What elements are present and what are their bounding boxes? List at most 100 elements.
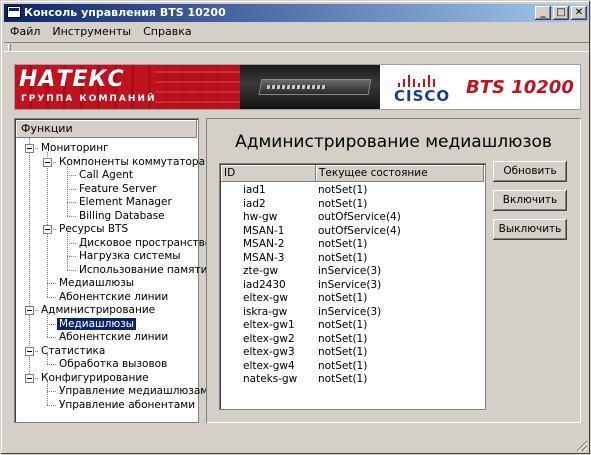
tree-item[interactable]: Дисковое пространство — [77, 237, 213, 250]
gateway-id: nateks-gw — [243, 373, 298, 385]
natex-subtitle: ГРУППА КОМПАНИЙ — [21, 94, 157, 104]
tree-item[interactable]: Call Agent — [77, 169, 135, 182]
table-row[interactable]: eltex-gw1 notSet(1) — [221, 319, 484, 333]
table-row[interactable]: iskra-gw inService(3) — [221, 306, 484, 320]
main-panel: Администрирование медиашлюзов ID Текущее… — [206, 118, 581, 423]
functions-panel: Функции Мониторинг Компоненты коммутатора… — [14, 118, 215, 423]
collapse-toggle-icon[interactable] — [25, 373, 34, 383]
resize-grip[interactable] — [575, 439, 587, 451]
menu-bar: Файл Инструменты Справка — [4, 23, 198, 41]
natex-logo: НАТЕКС — [19, 67, 125, 92]
table-row[interactable]: iad1 notSet(1) — [221, 184, 484, 198]
tree-item[interactable]: Управление абонентами — [57, 399, 197, 412]
table-row[interactable]: MSAN-1 outOfService(4) — [221, 225, 484, 239]
gateway-state: notSet(1) — [318, 197, 368, 210]
gateway-state: notSet(1) — [318, 373, 368, 385]
menu-tools[interactable]: Инструменты — [46, 23, 137, 41]
table-row[interactable]: eltex-gw2 notSet(1) — [221, 333, 484, 347]
natex-logo-area: НАТЕКС ГРУППА КОМПАНИЙ — [15, 65, 240, 109]
gateway-state: outOfService(4) — [318, 211, 401, 223]
tree-item[interactable]: Billing Database — [77, 210, 167, 223]
gateway-id: iad2 — [243, 197, 266, 210]
window-title: Консоль управления BTS 10200 — [24, 6, 226, 19]
tree-item-label: Медиашлюзы — [55, 316, 138, 331]
gateway-id: eltex-gw2 — [243, 332, 295, 345]
collapse-toggle-icon[interactable] — [43, 157, 52, 167]
title-bar[interactable]: Консоль управления BTS 10200 _ □ ✕ — [4, 4, 589, 22]
tree-item[interactable]: Мониторинг — [39, 142, 111, 155]
menu-help[interactable]: Справка — [137, 23, 197, 41]
gateways-list[interactable]: ID Текущее состояние iad1 notSet(1) iad2 no… — [219, 163, 486, 410]
tree-item-label: Дисковое пространство — [79, 236, 212, 249]
gateway-state: outOfService(4) — [318, 224, 401, 237]
tree-item-label: Ресурсы BTS — [59, 223, 129, 235]
table-row[interactable]: zte-gw inService(3) — [221, 265, 484, 279]
tree-item-label: Управление абонентами — [59, 398, 196, 411]
server-icon — [258, 79, 372, 95]
gateway-state: notSet(1) — [318, 319, 368, 331]
tree-item[interactable]: Статистика — [39, 345, 107, 358]
column-header-id[interactable]: ID — [221, 165, 316, 182]
refresh-button[interactable]: Обновить — [493, 161, 567, 182]
tree-item-label: Медиашлюзы — [59, 277, 135, 289]
tree-item[interactable]: Медиашлюзы — [55, 316, 138, 331]
enable-button[interactable]: Включить — [493, 190, 567, 211]
toolbar — [4, 42, 589, 52]
tree-item[interactable]: Медиашлюзы — [57, 277, 136, 290]
table-row[interactable]: hw-gw outOfService(4) — [221, 211, 484, 225]
table-row[interactable]: nateks-gw notSet(1) — [221, 373, 484, 387]
table-row[interactable]: iad2 notSet(1) — [221, 198, 484, 212]
gateway-state: inService(3) — [318, 265, 382, 277]
gateway-state: inService(3) — [318, 278, 382, 291]
tree-item[interactable]: Абонентские линии — [57, 331, 170, 344]
gateway-state: notSet(1) — [318, 359, 368, 372]
table-row[interactable]: eltex-gw3 notSet(1) — [221, 346, 484, 360]
table-row[interactable]: eltex-gw notSet(1) — [221, 292, 484, 306]
tree-item[interactable]: Feature Server — [77, 183, 158, 196]
tree-item[interactable]: Конфигурирование — [39, 372, 151, 385]
tree-item[interactable]: Компоненты коммутатора — [57, 156, 207, 169]
collapse-toggle-icon[interactable] — [25, 144, 34, 153]
gateway-id: MSAN-2 — [243, 238, 285, 250]
gateway-state: notSet(1) — [318, 184, 368, 196]
cisco-bars-icon — [398, 73, 438, 87]
disable-button[interactable]: Выключить — [493, 219, 567, 240]
table-row[interactable]: MSAN-3 notSet(1) — [221, 252, 484, 266]
gateway-state: notSet(1) — [318, 346, 368, 358]
toolbar-grip[interactable] — [8, 44, 11, 51]
menu-file[interactable]: Файл — [4, 23, 46, 41]
collapse-toggle-icon[interactable] — [43, 225, 52, 234]
gateway-id: iad2430 — [243, 278, 286, 291]
minimize-button[interactable]: _ — [535, 6, 551, 20]
tree-item-label: Администрирование — [41, 304, 156, 316]
tree-item-label: Абонентские линии — [59, 290, 169, 303]
cisco-logo: CISCO — [394, 87, 451, 105]
maximize-button[interactable]: □ — [553, 6, 569, 20]
table-row[interactable]: iad2430 inService(3) — [221, 279, 484, 293]
collapse-toggle-icon[interactable] — [25, 306, 34, 315]
tree-item[interactable]: Использование памяти — [77, 264, 209, 277]
gateway-id: MSAN-1 — [243, 224, 285, 237]
column-header-state[interactable]: Текущее состояние — [316, 165, 484, 182]
tree-item[interactable]: Обработка вызовов — [57, 358, 169, 371]
gateway-id: eltex-gw3 — [243, 346, 295, 358]
collapse-toggle-icon[interactable] — [25, 346, 34, 356]
tree-item-label: Абонентские линии — [59, 331, 169, 343]
list-header: ID Текущее состояние — [221, 165, 484, 182]
table-row[interactable]: eltex-gw4 notSet(1) — [221, 360, 484, 374]
tree-item[interactable]: Нагрузка системы — [77, 250, 183, 263]
gateway-id: hw-gw — [243, 211, 278, 223]
tree-item-label: Element Manager — [79, 196, 172, 208]
table-row[interactable]: MSAN-2 notSet(1) — [221, 238, 484, 252]
page-title: Администрирование медиашлюзов — [235, 132, 552, 152]
tree-item-label: Billing Database — [79, 209, 165, 222]
tree-item-label: Обработка вызовов — [59, 358, 168, 370]
tree-item[interactable]: Ресурсы BTS — [57, 223, 130, 236]
gateway-id: eltex-gw4 — [243, 359, 295, 372]
tree-item-label: Feature Server — [79, 182, 157, 195]
close-button[interactable]: ✕ — [571, 6, 587, 20]
tree-item[interactable]: Управление медиашлюзами — [57, 385, 217, 398]
tree-item[interactable]: Element Manager — [77, 196, 174, 209]
tree-item[interactable]: Абонентские линии — [57, 291, 170, 304]
tree-item[interactable]: Администрирование — [39, 304, 157, 317]
